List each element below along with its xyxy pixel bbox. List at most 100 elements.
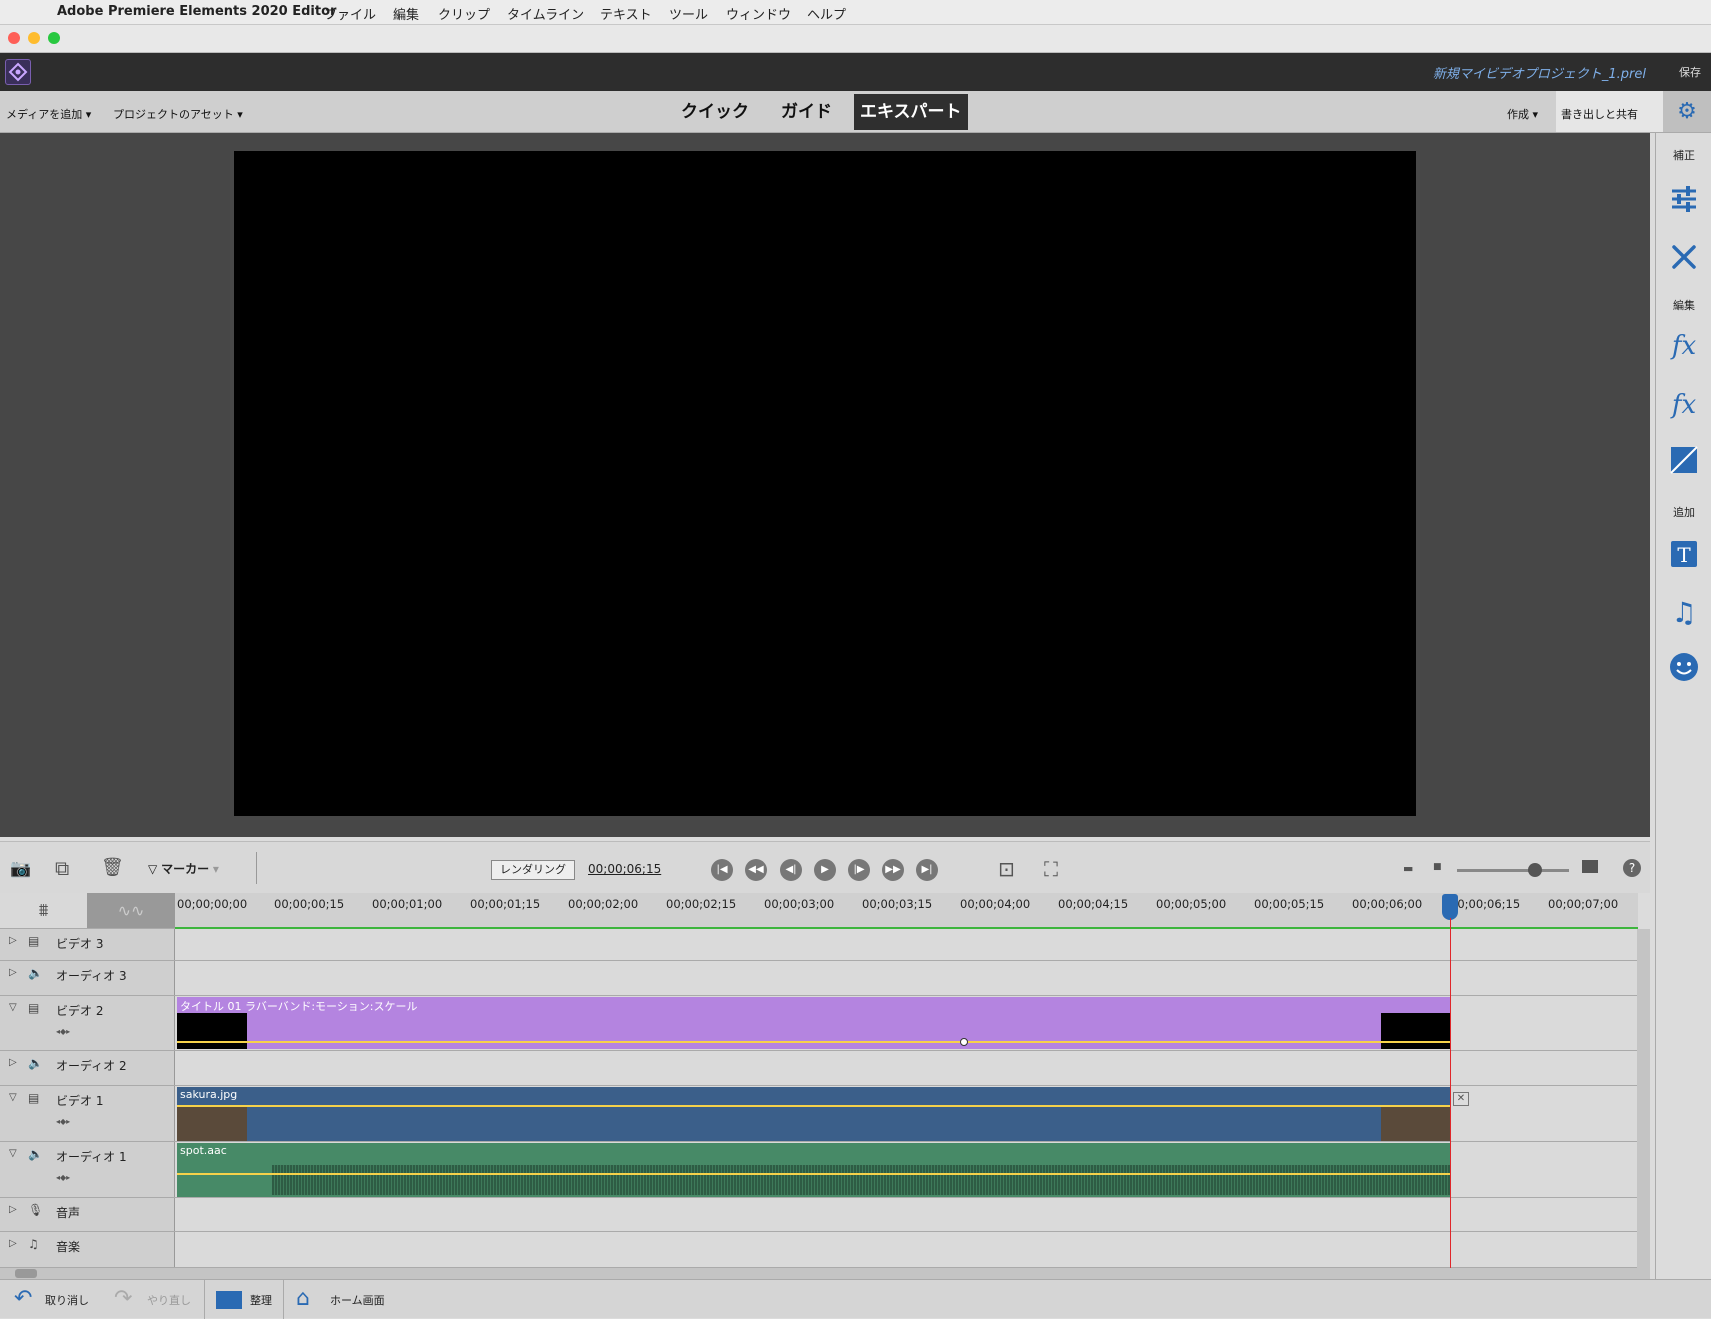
- track-header-narration[interactable]: ▷ 🎙 音声: [0, 1198, 175, 1232]
- camera-icon[interactable]: 📷: [10, 859, 31, 879]
- rewind-icon[interactable]: ◀◀: [745, 859, 767, 881]
- redo-button[interactable]: やり直し: [147, 1292, 191, 1308]
- zoom-large-icon[interactable]: [1582, 860, 1598, 873]
- sakura-clip[interactable]: sakura.jpg: [177, 1087, 1450, 1141]
- marker-menu[interactable]: ▽ マーカー ▾: [148, 860, 219, 877]
- save-button[interactable]: 保存: [1679, 64, 1701, 80]
- track-music[interactable]: [175, 1232, 1637, 1268]
- menu-file[interactable]: ファイル: [324, 4, 376, 23]
- app-name[interactable]: Adobe Premiere Elements 2020 Editor: [57, 4, 336, 19]
- home-icon[interactable]: ⌂: [296, 1286, 310, 1311]
- step-forward-icon[interactable]: |▶: [848, 859, 870, 881]
- horizontal-scrollbar[interactable]: [0, 1268, 1650, 1279]
- fast-forward-icon[interactable]: ▶▶: [882, 859, 904, 881]
- redo-icon[interactable]: ↷: [114, 1286, 132, 1311]
- track-header-audio2[interactable]: ▷ 🔈 オーディオ 2: [0, 1051, 175, 1086]
- keyframe-nav-icon[interactable]: ◂◆▸: [56, 1117, 70, 1126]
- tab-guided[interactable]: ガイド: [775, 94, 838, 130]
- effects-icon[interactable]: fx: [1668, 389, 1700, 421]
- tab-expert[interactable]: エキスパート: [854, 94, 968, 130]
- track-header-video3[interactable]: ▷ ▤ ビデオ 3: [0, 929, 175, 961]
- horizontal-scroll-thumb[interactable]: [15, 1269, 37, 1278]
- zoom-out-icon[interactable]: ▬: [1403, 862, 1413, 875]
- title-clip[interactable]: タイトル 01 ラバーバンド:モーション:スケール: [177, 997, 1450, 1049]
- project-assets-menu[interactable]: プロジェクトのアセット ▾: [113, 106, 243, 122]
- track-video2[interactable]: タイトル 01 ラバーバンド:モーション:スケール: [175, 996, 1637, 1051]
- keyframe-handle[interactable]: [960, 1038, 968, 1046]
- goto-start-icon[interactable]: |◀: [711, 859, 733, 881]
- menu-tools[interactable]: ツール: [669, 4, 708, 23]
- keyframe-nav-icon[interactable]: ◂◆▸: [56, 1027, 70, 1036]
- track-header-audio3[interactable]: ▷ 🔈 オーディオ 3: [0, 961, 175, 996]
- minimize-window-button[interactable]: [28, 32, 40, 44]
- opacity-rubberband[interactable]: [177, 1105, 1450, 1107]
- add-media-menu[interactable]: メディアを追加 ▾: [6, 106, 91, 122]
- track-video1[interactable]: sakura.jpg ✕: [175, 1086, 1637, 1142]
- collapse-toggle-icon[interactable]: ▽: [9, 1092, 17, 1103]
- close-window-button[interactable]: [8, 32, 20, 44]
- monitor-settings-icon[interactable]: ⊡: [998, 857, 1015, 881]
- timecode-display[interactable]: 00;00;06;15: [588, 862, 661, 876]
- organizer-grid-icon[interactable]: [216, 1291, 242, 1309]
- collapse-toggle-icon[interactable]: ▽: [9, 1002, 17, 1013]
- playhead-handle[interactable]: [1442, 894, 1458, 920]
- menu-help[interactable]: ヘルプ: [807, 4, 846, 23]
- tools-icon[interactable]: [1668, 241, 1700, 273]
- track-audio1[interactable]: spot.aac: [175, 1142, 1637, 1198]
- undo-button[interactable]: 取り消し: [45, 1292, 89, 1308]
- vertical-scrollbar[interactable]: [1637, 929, 1650, 1268]
- playhead-line[interactable]: [1450, 918, 1451, 1268]
- help-icon[interactable]: ?: [1623, 859, 1641, 877]
- track-header-video2[interactable]: ▽ ▤ ビデオ 2 ◂◆▸: [0, 996, 175, 1051]
- track-header-music[interactable]: ▷ ♫ 音楽: [0, 1232, 175, 1268]
- goto-end-icon[interactable]: ▶|: [916, 859, 938, 881]
- track-video3[interactable]: [175, 929, 1637, 961]
- expand-toggle-icon[interactable]: ▷: [9, 967, 17, 978]
- trash-icon[interactable]: 🗑: [101, 857, 124, 878]
- play-icon[interactable]: ▶: [814, 859, 836, 881]
- spot-aac-clip[interactable]: spot.aac: [177, 1143, 1450, 1197]
- transitions-icon[interactable]: [1668, 446, 1700, 478]
- applied-effects-icon[interactable]: fx: [1668, 330, 1700, 362]
- menu-timeline[interactable]: タイムライン: [507, 4, 584, 23]
- expand-toggle-icon[interactable]: ▷: [9, 1204, 17, 1215]
- expand-toggle-icon[interactable]: ▷: [9, 1057, 17, 1068]
- track-menu-icon[interactable]: ⩩: [0, 893, 87, 929]
- zoom-small-icon[interactable]: ■: [1433, 862, 1442, 872]
- export-share-button[interactable]: 書き出しと共有: [1556, 91, 1663, 132]
- track-header-video1[interactable]: ▽ ▤ ビデオ 1 ◂◆▸: [0, 1086, 175, 1142]
- organizer-button[interactable]: 整理: [250, 1292, 272, 1308]
- keyframe-nav-icon[interactable]: ◂◆▸: [56, 1173, 70, 1182]
- zoom-window-button[interactable]: [48, 32, 60, 44]
- adjustments-sliders-icon[interactable]: [1668, 183, 1700, 215]
- audio-mixer-icon[interactable]: ∿∿: [87, 893, 175, 929]
- menu-window[interactable]: ウィンドウ: [726, 4, 791, 23]
- transition-placeholder-icon[interactable]: ✕: [1453, 1092, 1469, 1106]
- opacity-rubberband[interactable]: [177, 1041, 1450, 1043]
- graphics-smiley-icon[interactable]: [1668, 652, 1700, 684]
- expand-toggle-icon[interactable]: ▷: [9, 935, 17, 946]
- menu-clip[interactable]: クリップ: [438, 4, 490, 23]
- track-header-audio1[interactable]: ▽ 🔈 オーディオ 1 ◂◆▸: [0, 1142, 175, 1198]
- volume-rubberband[interactable]: [177, 1173, 1450, 1175]
- zoom-slider[interactable]: [1457, 869, 1569, 872]
- tab-quick[interactable]: クイック: [675, 94, 755, 130]
- collapse-toggle-icon[interactable]: ▽: [9, 1148, 17, 1159]
- undo-icon[interactable]: ↶: [14, 1286, 32, 1311]
- menu-text[interactable]: テキスト: [600, 4, 652, 23]
- home-screen-button[interactable]: ホーム画面: [330, 1292, 385, 1308]
- settings-gear-icon[interactable]: ⚙: [1663, 91, 1711, 132]
- rotate-clip-icon[interactable]: ⧉: [55, 856, 69, 880]
- zoom-slider-handle[interactable]: [1528, 863, 1542, 877]
- music-note-icon[interactable]: ♫: [1668, 597, 1700, 629]
- track-narration[interactable]: [175, 1198, 1637, 1232]
- fullscreen-icon[interactable]: ⛶: [1044, 857, 1058, 881]
- timeline-ruler[interactable]: 00;00;00;00 00;00;00;15 00;00;01;00 00;0…: [175, 893, 1638, 929]
- render-button[interactable]: レンダリング: [491, 860, 575, 880]
- step-back-icon[interactable]: ◀|: [780, 859, 802, 881]
- create-menu[interactable]: 作成 ▾: [1507, 106, 1538, 122]
- track-audio3[interactable]: [175, 961, 1637, 996]
- titles-text-icon[interactable]: T: [1668, 540, 1700, 572]
- track-audio2[interactable]: [175, 1051, 1637, 1086]
- expand-toggle-icon[interactable]: ▷: [9, 1238, 17, 1249]
